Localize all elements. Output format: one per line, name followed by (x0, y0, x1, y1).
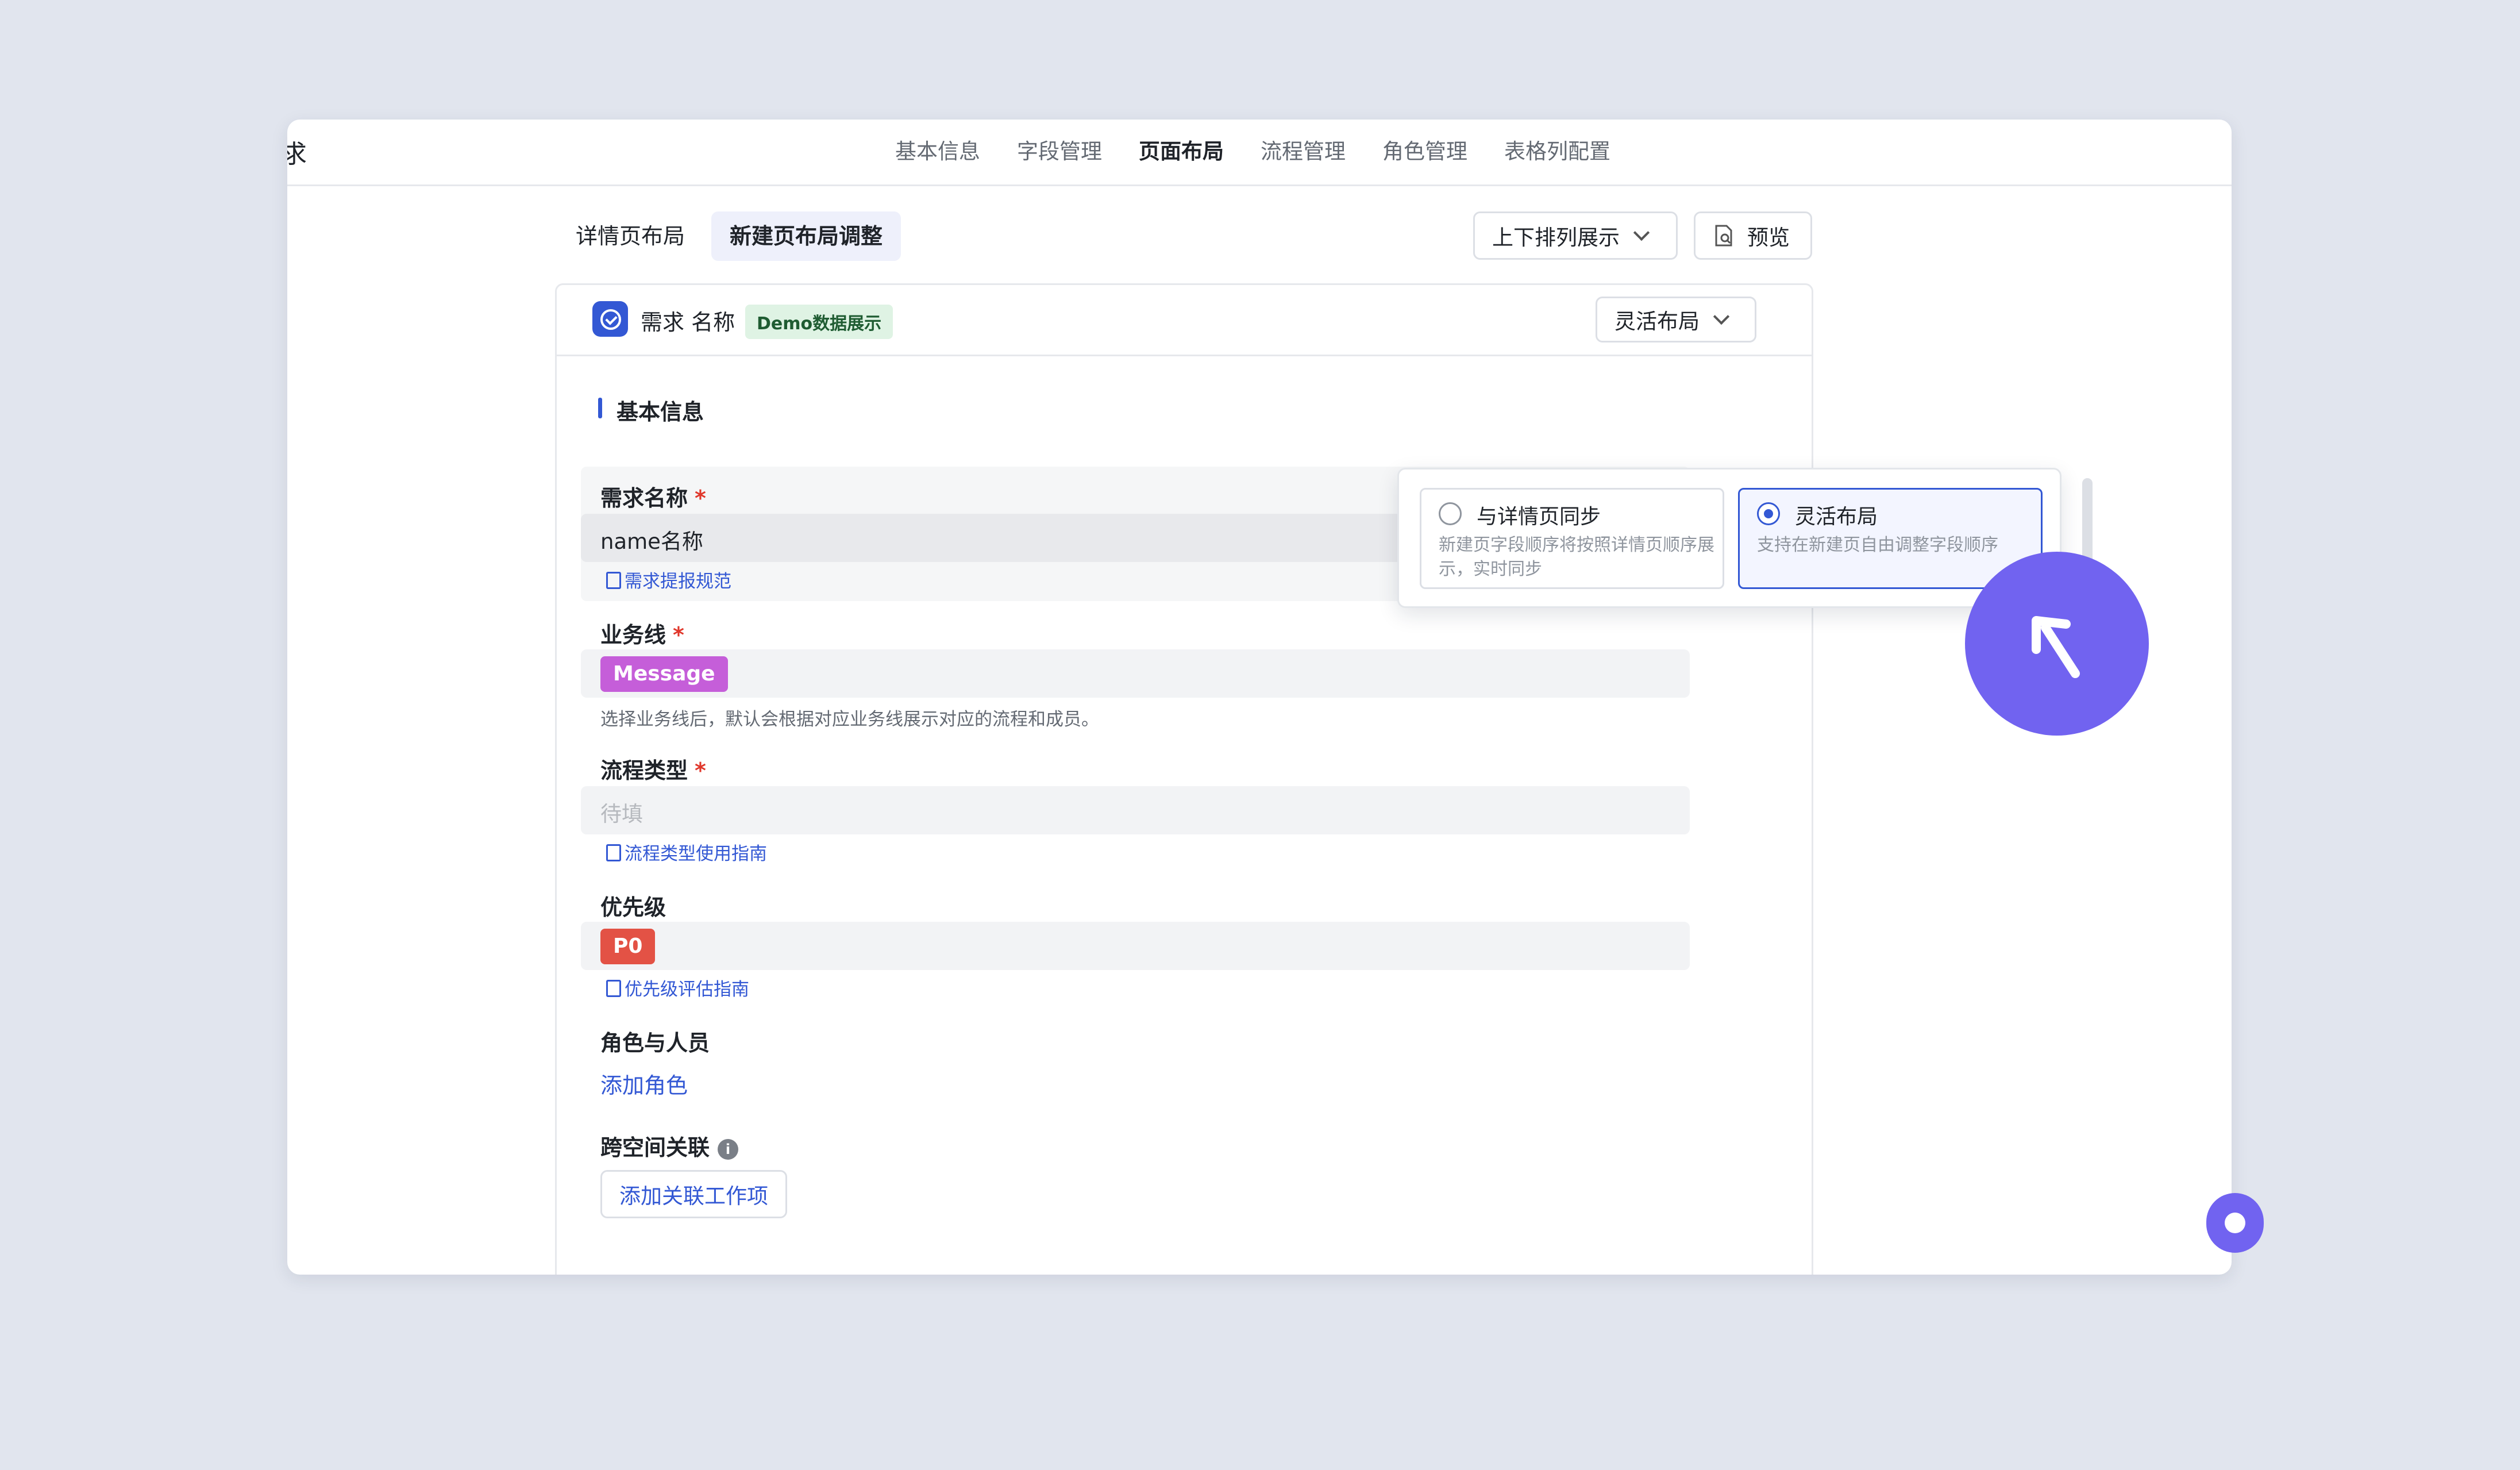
option-flexible-title: 灵活布局 (1795, 505, 1878, 529)
option-sync-desc: 新建页字段顺序将按照详情页顺序展示，实时同步 (1439, 535, 1714, 579)
tab-basic-info[interactable]: 基本信息 (895, 136, 980, 168)
tab-page-layout[interactable]: 页面布局 (1139, 136, 1224, 168)
radio-checked[interactable] (1757, 502, 1780, 525)
business-line-label: 业务线 * (600, 617, 684, 649)
add-related-item-label: 添加关联工作项 (619, 1184, 768, 1209)
top-nav-bar: 求 基本信息 字段管理 页面布局 流程管理 角色管理 表格列配置 (287, 120, 2232, 186)
name-label-text: 需求名称 (600, 486, 688, 511)
business-line-label-text: 业务线 (600, 622, 666, 648)
option-flexible-desc: 支持在新建页自由调整字段顺序 (1757, 535, 1998, 555)
priority-select[interactable]: P0 (581, 922, 1690, 970)
process-type-select[interactable]: 待填 (581, 786, 1690, 834)
roles-label: 角色与人员 (600, 1025, 710, 1057)
subtab-detail-layout[interactable]: 详情页布局 (557, 211, 703, 261)
option-sync-title: 与详情页同步 (1477, 505, 1601, 529)
preview-doc-icon (1715, 225, 1732, 247)
truncated-title: 求 (287, 140, 307, 169)
process-type-label: 流程类型 * (600, 753, 706, 784)
add-role-link[interactable]: 添加角色 (600, 1068, 688, 1099)
app-window: 求 基本信息 字段管理 页面布局 流程管理 角色管理 表格列配置 详情页布局 新… (287, 120, 2232, 1275)
required-mark: * (673, 622, 684, 648)
required-mark: * (695, 758, 706, 783)
name-input-value: name名称 (600, 529, 703, 554)
process-type-placeholder: 待填 (600, 802, 643, 826)
layout-mode-popover: 与详情页同步 新建页字段顺序将按照详情页顺序展示，实时同步 灵活布局 支持在新建… (1397, 468, 2062, 608)
arrow-up-left-icon (2032, 616, 2080, 678)
info-icon[interactable]: i (718, 1139, 739, 1160)
tab-table-columns[interactable]: 表格列配置 (1504, 136, 1610, 168)
layout-mode-select[interactable]: 灵活布局 (1596, 297, 1756, 343)
priority-label: 优先级 (600, 890, 666, 921)
layout-mode-label: 灵活布局 (1615, 309, 1700, 334)
preview-label: 预览 (1747, 225, 1790, 250)
priority-label-text: 优先级 (600, 895, 666, 920)
cross-space-label: 跨空间关联 i (600, 1130, 739, 1161)
tab-process-management[interactable]: 流程管理 (1261, 136, 1346, 168)
subtab-new-layout[interactable]: 新建页布局调整 (711, 211, 901, 261)
section-accent-bar (598, 398, 602, 418)
business-line-tag: Message (600, 656, 728, 692)
priority-guide-link[interactable]: 优先级评估指南 (606, 975, 749, 1000)
process-type-guide-link[interactable]: 流程类型使用指南 (606, 839, 767, 865)
business-line-select[interactable]: Message (581, 649, 1690, 698)
required-mark: * (695, 486, 706, 511)
chevron-down-icon (1713, 308, 1730, 325)
demo-badge: Demo数据展示 (745, 305, 893, 339)
name-label: 需求名称 * (600, 480, 706, 512)
preview-button[interactable]: 预览 (1694, 211, 1812, 260)
check-circle-icon (592, 301, 628, 337)
tab-field-management[interactable]: 字段管理 (1017, 136, 1102, 168)
cross-space-label-text: 跨空间关联 (600, 1135, 710, 1160)
chevron-down-icon (1633, 224, 1650, 241)
name-guide-link[interactable]: 需求提报规范 (606, 567, 731, 592)
tab-role-management[interactable]: 角色管理 (1382, 136, 1467, 168)
priority-tag: P0 (600, 929, 656, 964)
layout-card: 需求 名称 Demo数据展示 灵活布局 基本信息 需求名称 * name名称 需求… (555, 283, 1813, 1275)
section-title: 基本信息 (616, 399, 704, 425)
top-tabs: 基本信息 字段管理 页面布局 流程管理 角色管理 表格列配置 (895, 136, 1647, 168)
radio-unchecked[interactable] (1439, 502, 1462, 525)
roles-label-text: 角色与人员 (600, 1030, 710, 1056)
sort-select[interactable]: 上下排列展示 (1473, 211, 1678, 260)
card-header: 需求 名称 Demo数据展示 灵活布局 (557, 285, 1812, 356)
card-title: 需求 名称 (641, 310, 735, 335)
option-sync-with-detail[interactable]: 与详情页同步 新建页字段顺序将按照详情页顺序展示，实时同步 (1420, 488, 1724, 589)
cursor-highlight (1965, 552, 2149, 736)
sort-select-label: 上下排列展示 (1492, 225, 1620, 250)
process-type-label-text: 流程类型 (600, 758, 688, 783)
business-line-help: 选择业务线后，默认会根据对应业务线展示对应的流程和成员。 (600, 709, 1099, 730)
floating-assistant-button[interactable] (2206, 1193, 2264, 1253)
add-related-item-button[interactable]: 添加关联工作项 (600, 1170, 787, 1218)
